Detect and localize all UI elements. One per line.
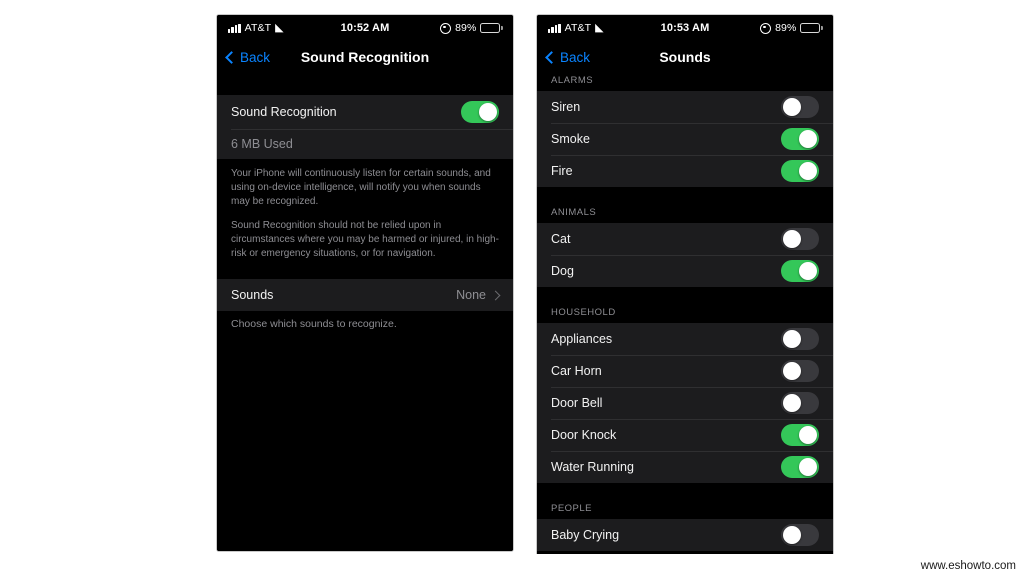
battery-percent-label: 89%	[455, 22, 477, 34]
chevron-left-icon	[545, 50, 558, 64]
toggle-smoke[interactable]	[781, 128, 819, 150]
status-bar-left-group: AT&T ◣	[548, 22, 604, 34]
table-row[interactable]: Cat	[537, 223, 833, 255]
row-label-door-knock: Door Knock	[551, 428, 617, 442]
section-header-household: HOUSEHOLD	[537, 287, 833, 323]
do-not-disturb-icon	[760, 22, 772, 34]
row-label-door-bell: Door Bell	[551, 396, 603, 410]
top-spacer	[217, 73, 513, 95]
row-label-appliances: Appliances	[551, 332, 613, 346]
table-row[interactable]: Door Bell	[537, 387, 833, 419]
signal-bars-icon	[228, 23, 241, 33]
footnote-paragraph-2: Sound Recognition should not be relied u…	[231, 219, 499, 259]
table-row[interactable]: Siren	[537, 91, 833, 123]
row-label-baby-crying: Baby Crying	[551, 528, 620, 542]
battery-percent-label: 89%	[775, 22, 797, 34]
toggle-sound-recognition[interactable]	[461, 101, 499, 123]
back-button-label: Back	[560, 49, 591, 65]
chevron-left-icon	[225, 50, 238, 64]
back-button[interactable]: Back	[545, 49, 591, 65]
carrier-label: AT&T	[564, 22, 592, 34]
wifi-icon: ◣	[275, 21, 284, 34]
wifi-icon: ◣	[595, 21, 604, 34]
status-bar-right-group: 89%	[760, 22, 823, 34]
settings-content-left: Sound Recognition 6 MB Used Your iPhone …	[217, 73, 513, 551]
storage-used-label: 6 MB Used	[231, 137, 293, 151]
toggle-siren[interactable]	[781, 96, 819, 118]
back-button-label: Back	[240, 49, 271, 65]
row-label-dog: Dog	[551, 264, 574, 278]
sounds-group: Sounds None	[217, 279, 513, 312]
table-row[interactable]: Fire	[537, 155, 833, 187]
phone-screenshot-right: AT&T ◣ 10:53 AM 89% Back Sounds ALARMS S…	[536, 14, 834, 554]
toggle-door-knock[interactable]	[781, 424, 819, 446]
table-row[interactable]: Water Running	[537, 451, 833, 483]
row-label-smoke: Smoke	[551, 132, 590, 146]
signal-bars-icon	[548, 23, 561, 33]
carrier-label: AT&T	[244, 22, 272, 34]
toggle-appliances[interactable]	[781, 328, 819, 350]
table-row[interactable]: Dog	[537, 255, 833, 287]
toggle-baby-crying[interactable]	[781, 524, 819, 546]
status-bar-right: AT&T ◣ 10:53 AM 89%	[537, 15, 833, 41]
sounds-caption: Choose which sounds to recognize.	[217, 311, 513, 331]
row-label-sound-recognition: Sound Recognition	[231, 105, 337, 119]
back-button[interactable]: Back	[225, 49, 271, 65]
table-row[interactable]: Appliances	[537, 323, 833, 355]
battery-icon	[800, 23, 823, 33]
table-row[interactable]: Door Knock	[537, 419, 833, 451]
nav-bar-right: Back Sounds	[537, 41, 833, 73]
do-not-disturb-icon	[440, 22, 452, 34]
spacer-before-sounds	[217, 263, 513, 280]
toggle-dog[interactable]	[781, 260, 819, 282]
row-storage-used: 6 MB Used	[217, 129, 513, 159]
footnote-paragraph-1: Your iPhone will continuously listen for…	[231, 168, 491, 208]
row-label-fire: Fire	[551, 164, 573, 178]
section-header-animals: ANIMALS	[537, 187, 833, 223]
chevron-right-icon	[490, 290, 501, 301]
row-label-water-running: Water Running	[551, 460, 634, 474]
table-row[interactable]: Smoke	[537, 123, 833, 155]
sound-recognition-footnote: Your iPhone will continuously listen for…	[217, 159, 513, 264]
row-label-car-horn: Car Horn	[551, 364, 602, 378]
row-label-sounds: Sounds	[231, 288, 274, 303]
toggle-fire[interactable]	[781, 160, 819, 182]
row-sounds[interactable]: Sounds None	[217, 279, 513, 312]
section-header-alarms: ALARMS	[537, 73, 833, 91]
section-alarms: Siren Smoke Fire	[537, 91, 833, 187]
status-bar-left: AT&T ◣ 10:52 AM 89%	[217, 15, 513, 41]
row-value-sounds: None	[456, 288, 486, 303]
toggle-door-bell[interactable]	[781, 392, 819, 414]
row-sound-recognition[interactable]: Sound Recognition	[217, 95, 513, 129]
sound-recognition-group: Sound Recognition 6 MB Used	[217, 95, 513, 159]
status-bar-left-group: AT&T ◣	[228, 22, 284, 34]
row-label-cat: Cat	[551, 232, 571, 246]
table-row[interactable]: Baby Crying	[537, 519, 833, 551]
section-people: Baby Crying	[537, 519, 833, 551]
status-bar-right-group: 89%	[440, 22, 503, 34]
watermark: www.eshowto.com	[920, 560, 1016, 572]
table-row[interactable]: Car Horn	[537, 355, 833, 387]
section-animals: Cat Dog	[537, 223, 833, 287]
battery-icon	[480, 23, 503, 33]
toggle-car-horn[interactable]	[781, 360, 819, 382]
sounds-list-content: ALARMS Siren Smoke Fire ANIMALS Cat Dog …	[537, 73, 833, 554]
section-household: Appliances Car Horn Door Bell Door Knock…	[537, 323, 833, 483]
section-header-people: PEOPLE	[537, 483, 833, 519]
row-label-siren: Siren	[551, 100, 581, 114]
toggle-cat[interactable]	[781, 228, 819, 250]
phone-screenshot-left: AT&T ◣ 10:52 AM 89% Back Sound Recogniti…	[216, 14, 514, 552]
nav-bar-left: Back Sound Recognition	[217, 41, 513, 73]
toggle-water-running[interactable]	[781, 456, 819, 478]
